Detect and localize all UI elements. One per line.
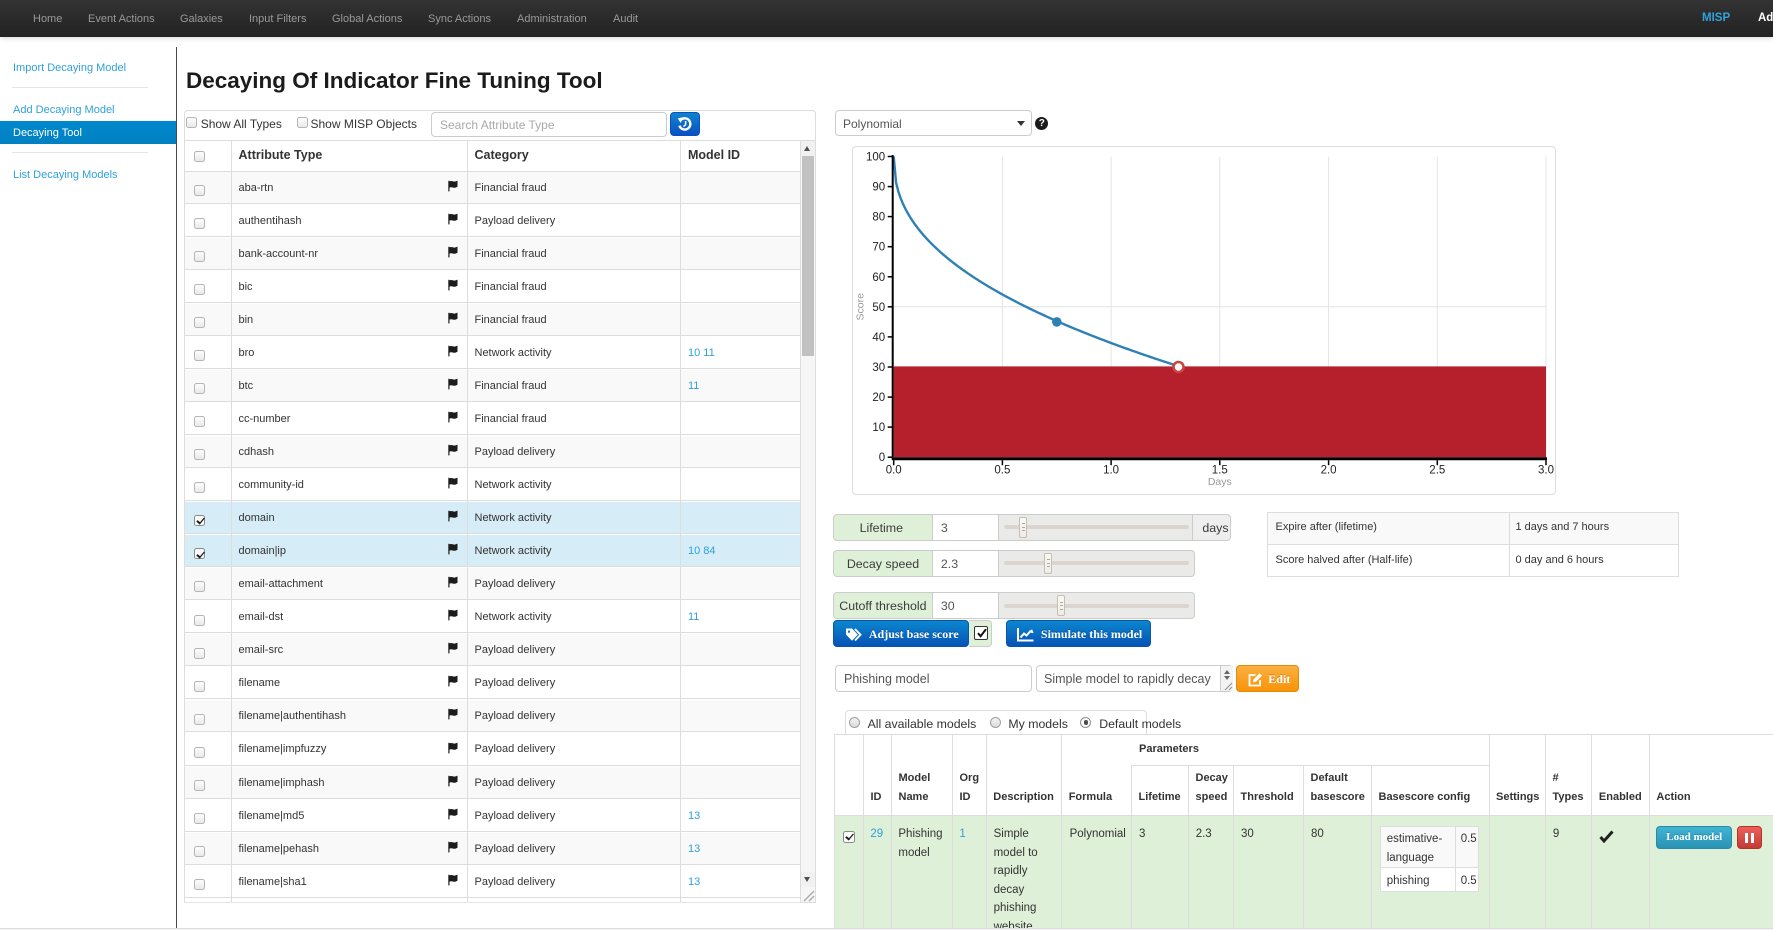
svg-text:1.0: 1.0 bbox=[1103, 465, 1119, 477]
svg-text:0.5: 0.5 bbox=[994, 465, 1010, 477]
svg-text:40: 40 bbox=[872, 332, 885, 344]
svg-text:80: 80 bbox=[872, 212, 885, 224]
svg-text:1.5: 1.5 bbox=[1212, 465, 1228, 477]
svg-text:90: 90 bbox=[872, 182, 885, 194]
svg-text:3.0: 3.0 bbox=[1538, 465, 1554, 477]
svg-text:20: 20 bbox=[872, 392, 885, 404]
svg-text:50: 50 bbox=[872, 302, 885, 314]
svg-text:70: 70 bbox=[872, 242, 885, 254]
svg-text:30: 30 bbox=[872, 362, 885, 374]
svg-text:Days: Days bbox=[1208, 476, 1232, 488]
svg-text:0.0: 0.0 bbox=[886, 465, 902, 477]
svg-text:0: 0 bbox=[879, 452, 885, 464]
svg-text:Score: Score bbox=[855, 293, 867, 321]
svg-text:100: 100 bbox=[866, 152, 885, 164]
svg-text:2.5: 2.5 bbox=[1429, 465, 1445, 477]
svg-text:2.0: 2.0 bbox=[1321, 465, 1337, 477]
svg-text:10: 10 bbox=[872, 422, 885, 434]
svg-text:60: 60 bbox=[872, 272, 885, 284]
